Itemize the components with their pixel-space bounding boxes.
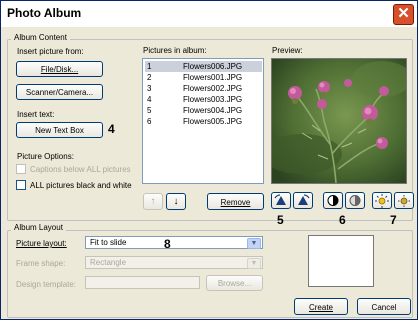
rotate-left-button[interactable] (271, 192, 291, 209)
browse-button[interactable]: Browse... (206, 275, 263, 291)
less-contrast-button[interactable] (345, 192, 365, 209)
contrast-more-icon (327, 195, 339, 206)
brightness-less-icon (398, 195, 410, 207)
move-up-button[interactable]: ↑ (143, 193, 163, 210)
picture-layout-value: Fit to slide (90, 238, 127, 247)
pictures-in-album-label: Pictures in album: (143, 46, 207, 55)
callout-7: 7 (390, 213, 397, 227)
list-item[interactable]: 6 Flowers005.JPG (145, 116, 262, 127)
new-text-box-button-label: New Text Box (35, 126, 84, 135)
captions-below-label: Captions below ALL pictures (30, 165, 131, 174)
design-template-label: Design template: (16, 280, 77, 289)
title-bar: Photo Album ✕ (1, 1, 417, 27)
cancel-button[interactable]: Cancel (357, 298, 411, 315)
photo-album-dialog: Photo Album ✕ Album Content Insert pictu… (0, 0, 418, 320)
create-button[interactable]: Create (294, 298, 348, 315)
rotate-right-icon (298, 194, 310, 205)
album-layout-label: Album Layout (11, 223, 66, 232)
preview-label: Preview: (272, 46, 303, 55)
remove-button[interactable]: Remove (207, 193, 264, 210)
captions-below-checkbox[interactable] (16, 164, 26, 174)
file-disk-button[interactable]: File/Disk... (16, 61, 103, 77)
contrast-less-icon (349, 195, 361, 206)
callout-8: 8 (164, 237, 171, 251)
black-white-label: ALL pictures black and white (30, 181, 132, 190)
close-button[interactable]: ✕ (393, 4, 414, 25)
pictures-listbox[interactable]: 1 Flowers006.JPG 2 Flowers001.JPG 3 Flow… (142, 58, 264, 184)
more-contrast-button[interactable] (323, 192, 343, 209)
remove-button-label: Remove (220, 198, 251, 207)
scanner-camera-button[interactable]: Scanner/Camera... (16, 84, 103, 100)
scanner-camera-button-label: Scanner/Camera... (25, 88, 94, 97)
cancel-button-label: Cancel (371, 303, 397, 312)
less-brightness-button[interactable] (394, 192, 414, 209)
callout-5: 5 (277, 213, 284, 227)
layout-preview-box (308, 235, 374, 287)
frame-shape-select[interactable]: Rectangle ▼ (85, 256, 263, 269)
list-item[interactable]: 4 Flowers003.JPG (145, 94, 262, 105)
move-up-icon: ↑ (150, 196, 156, 207)
move-down-icon: ↓ (173, 196, 179, 207)
preview-image (271, 58, 407, 184)
picture-layout-label: Picture layout: (16, 239, 67, 248)
callout-6: 6 (339, 213, 346, 227)
move-down-button[interactable]: ↓ (166, 193, 186, 210)
callout-4: 4 (108, 122, 115, 136)
create-button-label: Create (308, 303, 333, 312)
insert-text-label: Insert text: (17, 110, 55, 119)
picture-options-label: Picture Options: (17, 152, 74, 161)
album-content-label: Album Content (11, 33, 70, 42)
flower-photo (272, 59, 406, 183)
dialog-title: Photo Album (7, 6, 82, 20)
frame-shape-value: Rectangle (90, 258, 127, 267)
file-disk-button-label: File/Disk... (40, 65, 79, 74)
rotate-right-button[interactable] (293, 192, 313, 209)
list-item[interactable]: 1 Flowers006.JPG (145, 61, 262, 72)
list-item[interactable]: 2 Flowers001.JPG (145, 72, 262, 83)
frame-shape-label: Frame shape: (16, 259, 66, 268)
insert-picture-label: Insert picture from: (17, 47, 84, 56)
brightness-more-icon (375, 194, 389, 208)
list-item[interactable]: 5 Flowers004.JPG (145, 105, 262, 116)
picture-layout-select[interactable]: Fit to slide ▼ (85, 236, 263, 249)
black-white-checkbox[interactable] (16, 180, 26, 190)
new-text-box-button[interactable]: New Text Box (16, 122, 103, 138)
rotate-left-icon (274, 194, 286, 205)
dropdown-arrow-icon: ▼ (247, 238, 261, 249)
more-brightness-button[interactable] (372, 192, 392, 209)
list-item[interactable]: 3 Flowers002.JPG (145, 83, 262, 94)
dropdown-arrow-icon: ▼ (247, 258, 261, 269)
close-icon: ✕ (397, 5, 410, 22)
browse-button-label: Browse... (217, 279, 252, 288)
design-template-field[interactable] (85, 276, 200, 289)
